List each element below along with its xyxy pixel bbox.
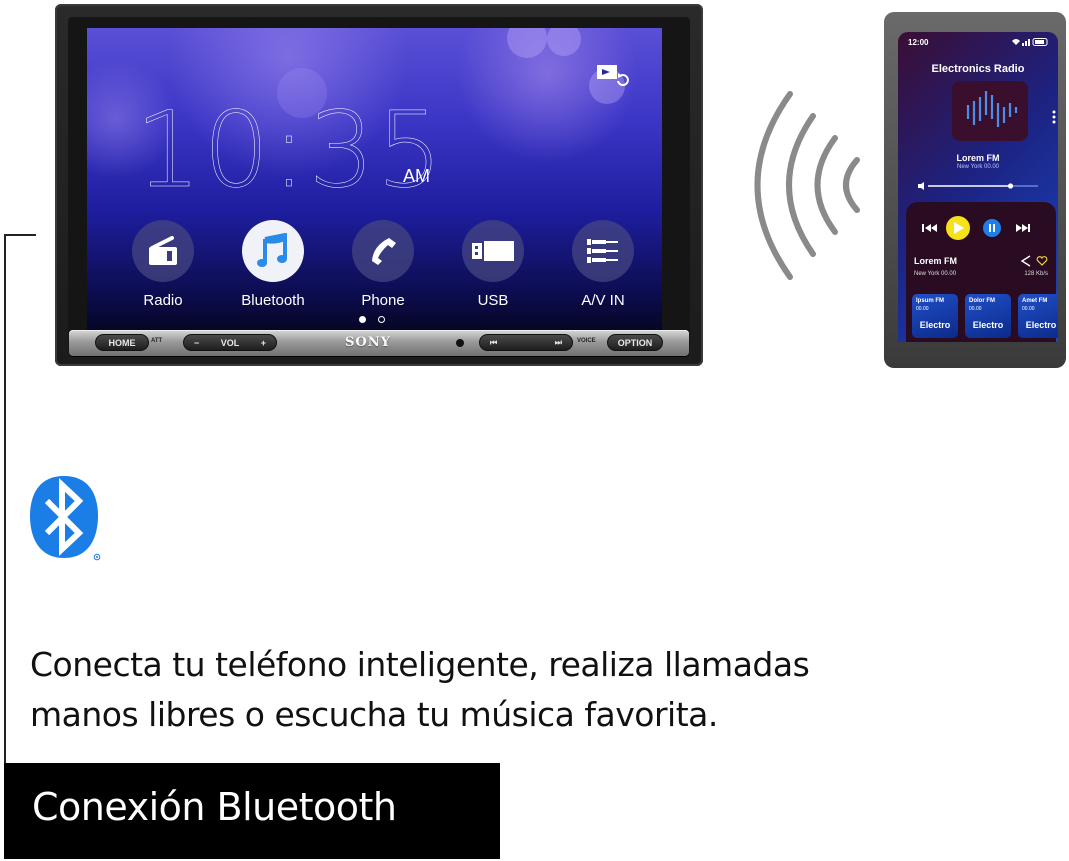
hardware-button-strip: HOME ATT − VOL + SONY ⏮ ⏭ VOICE OPTION: [69, 330, 689, 356]
station-card[interactable]: Dolor FM 00.00 Electro: [965, 294, 1011, 338]
app-av-in[interactable]: A/V IN: [563, 220, 643, 310]
status-time: 12:00: [908, 38, 929, 47]
app-icon-circle: [572, 220, 634, 282]
station-name: Lorem FM: [956, 153, 1000, 163]
now-playing-city: New York 00.00: [914, 271, 957, 277]
card-genre: Electro: [919, 320, 951, 330]
card-time: 00.00: [969, 306, 982, 312]
smartphone: 12:00 Electronics Radio Lorem FM New Yor…: [884, 12, 1066, 368]
app-label: Phone: [361, 292, 405, 309]
app-launcher: Radio Bluetooth Phone USB A/V IN: [123, 220, 643, 310]
app-bluetooth[interactable]: Bluetooth: [233, 220, 313, 310]
station-card[interactable]: Amet FM 00.00 Electro: [1018, 294, 1058, 338]
app-usb[interactable]: USB: [453, 220, 533, 310]
att-label: ATT: [151, 338, 163, 344]
page-indicator: [359, 316, 385, 323]
previous-track-button[interactable]: ⏮: [490, 338, 497, 348]
wifi-icon: [1012, 39, 1020, 45]
card-name: Ipsum FM: [916, 298, 944, 304]
description-line: Conecta tu teléfono inteligente, realiza…: [30, 645, 810, 684]
phone-screen: 12:00 Electronics Radio Lorem FM New Yor…: [898, 32, 1058, 342]
usb-drive-icon: [472, 241, 514, 261]
home-button[interactable]: HOME: [95, 334, 149, 351]
bracket-line-vertical: [4, 234, 6, 764]
share-icon[interactable]: [1020, 255, 1032, 267]
page-dot-active[interactable]: [359, 316, 366, 323]
signal-icon: [1022, 39, 1030, 46]
app-label: A/V IN: [581, 292, 625, 309]
now-playing-name: Lorem FM: [914, 256, 958, 266]
app-icon-circle: [352, 220, 414, 282]
sony-logo: SONY: [345, 335, 391, 350]
voice-label: VOICE: [577, 338, 596, 344]
caption-banner: Conexión Bluetooth: [4, 763, 500, 859]
caption-title: Conexión Bluetooth: [32, 785, 397, 829]
pause-button: [983, 219, 1001, 237]
more-options-icon[interactable]: [1052, 110, 1056, 124]
card-name: Amet FM: [1022, 298, 1048, 304]
app-icon-circle: [242, 220, 304, 282]
track-rocker[interactable]: ⏮ ⏭: [479, 334, 573, 351]
playback-controls: [922, 216, 1030, 240]
card-genre: Electro: [972, 320, 1004, 330]
volume-up-button[interactable]: +: [261, 338, 266, 348]
station-subtitle: New York 00.00: [956, 164, 1000, 170]
volume-slider[interactable]: [918, 182, 1038, 190]
next-track-button[interactable]: ⏭: [555, 338, 562, 348]
card-genre: Electro: [1025, 320, 1057, 330]
description-line: manos libres o escucha tu música favorit…: [30, 695, 718, 734]
station-cards: Ipsum FM 00.00 Electro Dolor FM 00.00 El…: [912, 294, 1058, 338]
volume-knob: [1007, 183, 1014, 189]
page-dot[interactable]: [378, 316, 385, 323]
microphone-icon: [456, 339, 464, 347]
bitrate: 128 Kb/s: [1024, 271, 1048, 277]
screen-mirroring-icon[interactable]: [596, 64, 630, 86]
app-label: USB: [477, 292, 509, 309]
card-time: 00.00: [916, 306, 929, 312]
feature-description: Conecta tu teléfono inteligente, realiza…: [30, 640, 1030, 740]
wireless-signal-icon: [754, 91, 860, 280]
app-title: Electronics Radio: [931, 63, 1025, 75]
app-label: Radio: [143, 292, 183, 309]
radio-icon: [149, 236, 177, 265]
music-note-icon: [257, 233, 287, 267]
av-cables-icon: [587, 239, 618, 263]
station-card[interactable]: Ipsum FM 00.00 Electro: [912, 294, 958, 338]
head-unit-screen: 10:35 AM Radio Bluetooth Phone USB A/V I…: [87, 28, 662, 331]
app-icon-circle: [132, 220, 194, 282]
volume-down-button[interactable]: −: [194, 338, 199, 348]
phone-handset-icon: [372, 238, 396, 265]
option-button[interactable]: OPTION: [607, 334, 663, 351]
speaker-icon: [918, 182, 924, 190]
app-icon-circle: [462, 220, 524, 282]
sound-wave-icon: [966, 91, 1018, 127]
bokeh-light: [507, 28, 547, 58]
album-art: [952, 81, 1028, 141]
now-playing-panel: Lorem FM New York 00.00 128 Kb/s Ipsum F…: [906, 202, 1058, 342]
card-name: Dolor FM: [969, 298, 995, 304]
card-time: 00.00: [1022, 306, 1035, 312]
next-icon: [1016, 224, 1030, 232]
app-radio[interactable]: Radio: [123, 220, 203, 310]
app-phone[interactable]: Phone: [343, 220, 423, 310]
car-head-unit: 10:35 AM Radio Bluetooth Phone USB A/V I…: [55, 4, 703, 366]
previous-icon: [922, 224, 937, 232]
clock-period: AM: [403, 166, 430, 186]
status-icons: [1012, 38, 1048, 46]
heart-icon[interactable]: [1036, 255, 1048, 267]
bracket-line-horizontal: [4, 234, 36, 236]
volume-label: VOL: [220, 337, 240, 348]
app-label: Bluetooth: [241, 292, 305, 309]
volume-rocker[interactable]: − VOL +: [183, 334, 277, 351]
bluetooth-icon: [30, 476, 101, 561]
bokeh-light: [547, 28, 581, 56]
clock-time: 10:35: [135, 89, 445, 211]
